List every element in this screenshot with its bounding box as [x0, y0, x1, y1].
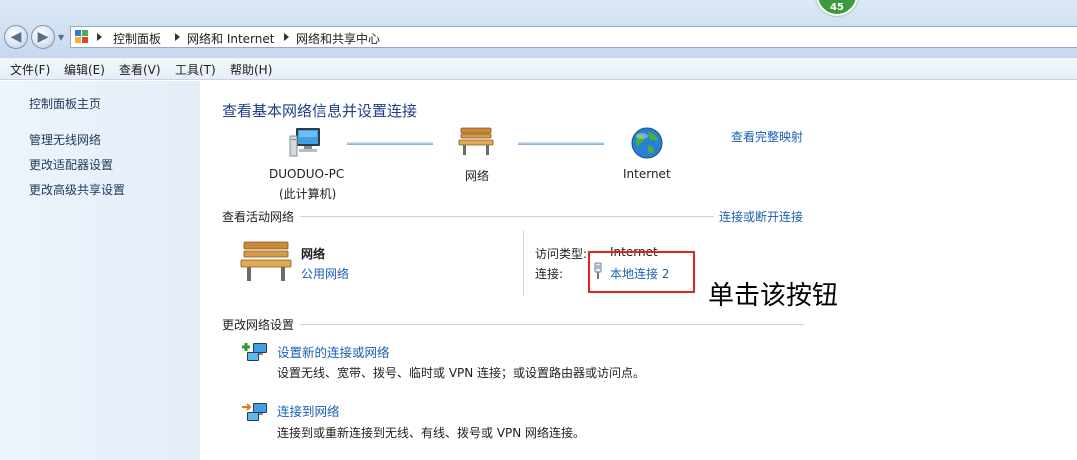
- change-settings-heading: 更改网络设置: [222, 318, 295, 332]
- connect-disconnect-link[interactable]: 连接或断开连接: [719, 208, 803, 225]
- connect-to-network-link[interactable]: 连接到网络: [277, 401, 340, 420]
- view-full-map-link[interactable]: 查看完整映射: [731, 128, 803, 145]
- setup-connection-icon: [242, 343, 267, 361]
- notification-badge: 45: [816, 0, 858, 16]
- section-divider: [300, 216, 714, 217]
- menu-help[interactable]: 帮助(H): [230, 61, 272, 78]
- internet-globe-icon: [631, 127, 663, 159]
- network-type-link[interactable]: 公用网络: [301, 265, 349, 282]
- address-bar-area: ◀ ▶ ▼ 控制面板 网络和 Internet 网络和共享中心 45: [0, 0, 1077, 62]
- menu-file[interactable]: 文件(F): [10, 61, 50, 78]
- network-bench-icon: [458, 127, 494, 155]
- change-advanced-sharing-link[interactable]: 更改高级共享设置: [29, 181, 125, 198]
- section-divider: [300, 324, 804, 325]
- manage-wireless-link[interactable]: 管理无线网络: [29, 131, 101, 148]
- back-button[interactable]: ◀: [4, 25, 28, 49]
- network-map-label: 网络: [465, 169, 490, 183]
- menu-edit[interactable]: 编辑(E): [64, 61, 105, 78]
- active-networks-heading: 查看活动网络: [222, 210, 295, 224]
- forward-arrow-icon: ▶: [37, 29, 49, 45]
- address-box[interactable]: 控制面板 网络和 Internet 网络和共享中心: [70, 26, 1077, 48]
- internet-map-label: Internet: [623, 167, 671, 181]
- annotation-text: 单击该按钮: [708, 281, 839, 311]
- computer-sub-label: (此计算机): [279, 187, 337, 201]
- breadcrumb-separator-icon[interactable]: [284, 33, 289, 41]
- control-panel-home-link[interactable]: 控制面板主页: [29, 95, 101, 112]
- network-bench-large-icon: [240, 241, 292, 281]
- setup-new-connection-desc: 设置无线、宽带、拨号、临时或 VPN 连接；或设置路由器或访问点。: [277, 366, 646, 380]
- breadcrumb-network-sharing-center[interactable]: 网络和共享中心: [296, 30, 380, 47]
- menu-bar: 文件(F) 编辑(E) 查看(V) 工具(T) 帮助(H): [0, 58, 1077, 80]
- breadcrumb-separator-icon[interactable]: [175, 33, 180, 41]
- control-panel-icon: [75, 30, 89, 44]
- setup-new-connection-link[interactable]: 设置新的连接或网络: [277, 342, 390, 361]
- forward-button[interactable]: ▶: [31, 25, 55, 49]
- menu-tools[interactable]: 工具(T): [175, 61, 216, 78]
- back-arrow-icon: ◀: [10, 29, 22, 45]
- breadcrumb-control-panel[interactable]: 控制面板: [113, 30, 161, 47]
- highlight-box: [588, 251, 695, 293]
- vertical-divider: [523, 230, 524, 296]
- computer-icon: [289, 128, 320, 157]
- breadcrumb-network-internet[interactable]: 网络和 Internet: [187, 30, 274, 47]
- active-network-name: 网络: [301, 247, 326, 261]
- access-type-label: 访问类型:: [535, 247, 588, 261]
- computer-name-label: DUODUO-PC: [269, 167, 345, 181]
- connection-label: 连接:: [535, 267, 564, 281]
- connect-to-network-desc: 连接到或重新连接到无线、有线、拨号或 VPN 网络连接。: [277, 426, 586, 440]
- history-dropdown-icon[interactable]: ▼: [58, 33, 64, 42]
- page-title: 查看基本网络信息并设置连接: [222, 102, 418, 120]
- connect-to-network-icon: [242, 403, 267, 421]
- left-navigation-pane: 控制面板主页 管理无线网络 更改适配器设置 更改高级共享设置: [0, 81, 200, 460]
- menu-view[interactable]: 查看(V): [119, 61, 161, 78]
- breadcrumb-separator-icon[interactable]: [97, 33, 102, 41]
- map-link-line: [347, 142, 433, 145]
- map-link-line: [518, 142, 604, 145]
- change-adapter-settings-link[interactable]: 更改适配器设置: [29, 156, 113, 173]
